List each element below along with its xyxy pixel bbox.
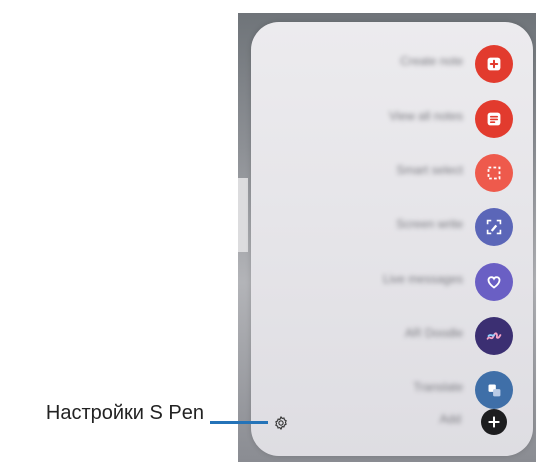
menu-item-label: Screen write	[396, 217, 463, 231]
ar-doodle-icon	[475, 317, 513, 355]
device-edge	[238, 178, 248, 252]
menu-item-label: Add	[439, 412, 461, 426]
menu-item-ar-doodle[interactable]: AR Doodle	[251, 314, 533, 358]
air-command-panel: Create note View all notes Smart select …	[251, 22, 533, 456]
gear-icon[interactable]	[273, 415, 289, 431]
callout-leader-line	[210, 421, 268, 424]
menu-item-label: Smart select	[396, 163, 463, 177]
menu-item-live-messages[interactable]: Live messages	[251, 260, 533, 304]
menu-item-label: View all notes	[389, 109, 463, 123]
menu-item-label: Translate	[413, 380, 463, 394]
menu-item-view-all-notes[interactable]: View all notes	[251, 97, 533, 141]
screen-write-icon	[475, 208, 513, 246]
menu-item-screen-write[interactable]: Screen write	[251, 205, 533, 249]
create-note-icon	[475, 45, 513, 83]
callout-label: Настройки S Pen	[45, 402, 204, 424]
menu-item-smart-select[interactable]: Smart select	[251, 151, 533, 195]
smart-select-icon	[475, 154, 513, 192]
live-messages-icon	[475, 263, 513, 301]
menu-item-add[interactable]: Add	[251, 400, 533, 444]
menu-item-label: AR Doodle	[404, 326, 463, 340]
menu-item-create-note[interactable]: Create note	[251, 42, 533, 86]
view-all-notes-icon	[475, 100, 513, 138]
add-icon	[481, 409, 507, 435]
menu-item-label: Live messages	[382, 272, 463, 286]
menu-item-label: Create note	[400, 54, 463, 68]
